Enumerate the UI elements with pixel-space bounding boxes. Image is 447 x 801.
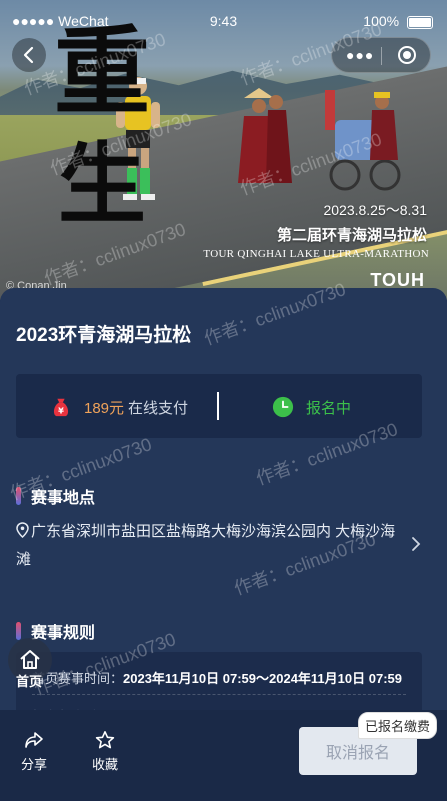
location-heading: 赛事地点 <box>16 484 95 508</box>
rules-divider <box>32 694 406 695</box>
event-price: 189元 <box>84 399 125 417</box>
share-label: 分享 <box>20 757 47 772</box>
star-icon <box>95 731 115 749</box>
info-divider <box>217 392 219 420</box>
favorite-button[interactable]: 收藏 <box>85 730 125 773</box>
poster-subtitle: TOUR QINGHAI LAKE ULTRA-MARATHON <box>203 248 429 260</box>
poster-title: 第二届环青海湖马拉松 <box>276 227 427 244</box>
clock-icon <box>272 396 294 418</box>
event-address[interactable]: 广东省深圳市盐田区盐梅路大梅沙海滨公园内 大梅沙海滩 <box>16 518 396 574</box>
event-time-row: 首页赛事时间：2023年11月10日 07:59～2024年11月10日 07:… <box>32 668 402 687</box>
back-button[interactable] <box>12 38 46 72</box>
capsule-divider <box>381 47 382 65</box>
more-icon[interactable]: ●●● <box>346 47 374 63</box>
battery-percent: 100% <box>363 13 400 29</box>
battery-indicator: 100% <box>363 13 433 29</box>
location-pin-icon <box>16 522 29 538</box>
event-title: 2023环青海湖马拉松 <box>16 325 192 346</box>
cart-figure <box>325 90 401 191</box>
share-button[interactable]: 分享 <box>14 730 54 773</box>
monk-figure <box>238 88 292 183</box>
home-label: 首页 <box>16 674 43 689</box>
share-icon <box>25 732 43 748</box>
close-miniprogram-icon[interactable] <box>398 46 416 64</box>
registration-status: 报名中 <box>272 396 351 418</box>
money-bag-icon: ¥ <box>53 398 69 417</box>
miniprogram-capsule: ●●● <box>331 37 431 73</box>
poster-calligraphy-bottom: 生 <box>58 132 147 236</box>
poster-date: 2023.8.25～8.31 <box>323 202 427 218</box>
chevron-right-icon[interactable] <box>411 536 421 552</box>
rules-box: 首页赛事时间：2023年11月10日 07:59～2024年11月10日 07:… <box>16 652 422 718</box>
status-bar: ●●●●● WeChat 9:43 100% <box>0 0 447 40</box>
battery-icon <box>407 15 433 29</box>
fee-status-box: ¥ 189元 在线支付 报名中 <box>16 374 422 438</box>
registration-status-label: 报名中 <box>306 399 352 417</box>
event-address-text: 广东省深圳市盐田区盐梅路大梅沙海滨公园内 大梅沙海滩 <box>16 523 396 568</box>
svg-text:¥: ¥ <box>58 405 64 415</box>
section-accent-bar <box>16 487 21 505</box>
section-accent-bar <box>16 622 21 640</box>
event-detail-card: 2023环青海湖马拉松 ¥ 189元 在线支付 报名中 赛事地点 广东省深圳市盐… <box>0 288 447 718</box>
rules-heading-label: 赛事规则 <box>31 625 96 642</box>
payment-method: 在线支付 <box>128 399 189 417</box>
favorite-label: 收藏 <box>91 757 118 772</box>
chevron-left-icon <box>23 46 34 64</box>
event-time-value: 2023年11月10日 07:59～2024年11月10日 07:59 <box>123 671 402 686</box>
location-heading-label: 赛事地点 <box>31 490 96 507</box>
fee-info: ¥ 189元 在线支付 <box>50 396 188 418</box>
bottom-action-bar: 分享 收藏 取消报名 已报名缴费 <box>0 710 447 801</box>
home-icon <box>20 650 40 669</box>
paid-badge: 已报名缴费 <box>357 712 437 739</box>
